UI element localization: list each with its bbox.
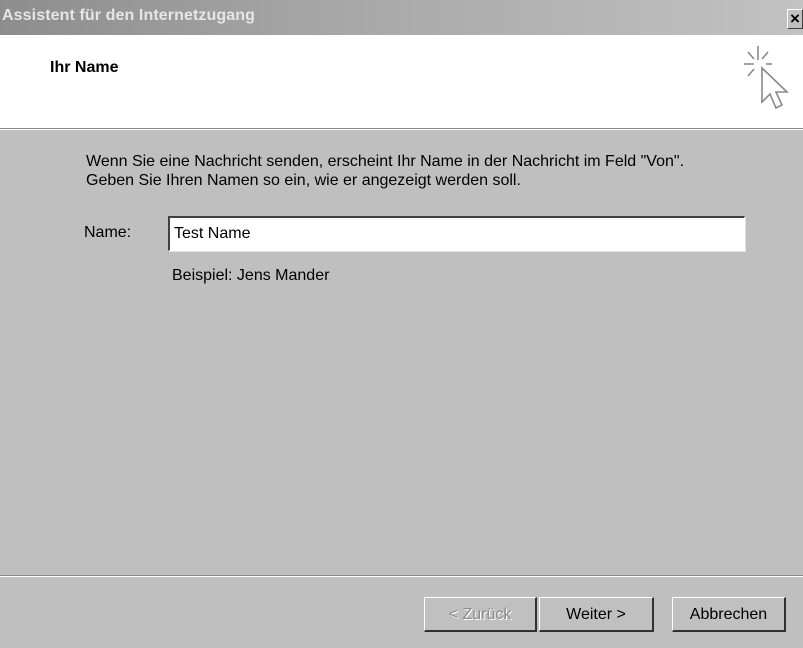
intro-line-1: Wenn Sie eine Nachricht senden, erschein… <box>86 153 685 170</box>
page-title: Ihr Name <box>50 59 119 76</box>
footer-separator <box>0 575 803 577</box>
cancel-button[interactable]: Abbrechen <box>672 597 786 632</box>
name-input[interactable] <box>168 216 745 251</box>
close-button[interactable]: × <box>787 9 803 29</box>
window-title: Assistent für den Internetzugang <box>2 7 255 24</box>
wizard-cursor-sparkle-icon <box>744 46 789 110</box>
title-bar[interactable]: Assistent für den Internetzugang × <box>0 0 803 35</box>
wizard-header: Ihr Name <box>0 35 803 129</box>
wizard-window: Assistent für den Internetzugang × Ihr N… <box>0 0 803 648</box>
example-hint: Beispiel: Jens Mander <box>172 267 330 284</box>
close-icon: × <box>790 9 800 28</box>
header-divider <box>0 129 803 130</box>
next-button[interactable]: Weiter > <box>539 597 654 632</box>
intro-line-2: Geben Sie Ihren Namen so ein, wie er ang… <box>86 172 521 189</box>
intro-text: Wenn Sie eine Nachricht senden, erschein… <box>86 152 684 190</box>
name-label: Name: <box>84 224 132 241</box>
back-button[interactable]: < Zurück <box>424 597 537 632</box>
